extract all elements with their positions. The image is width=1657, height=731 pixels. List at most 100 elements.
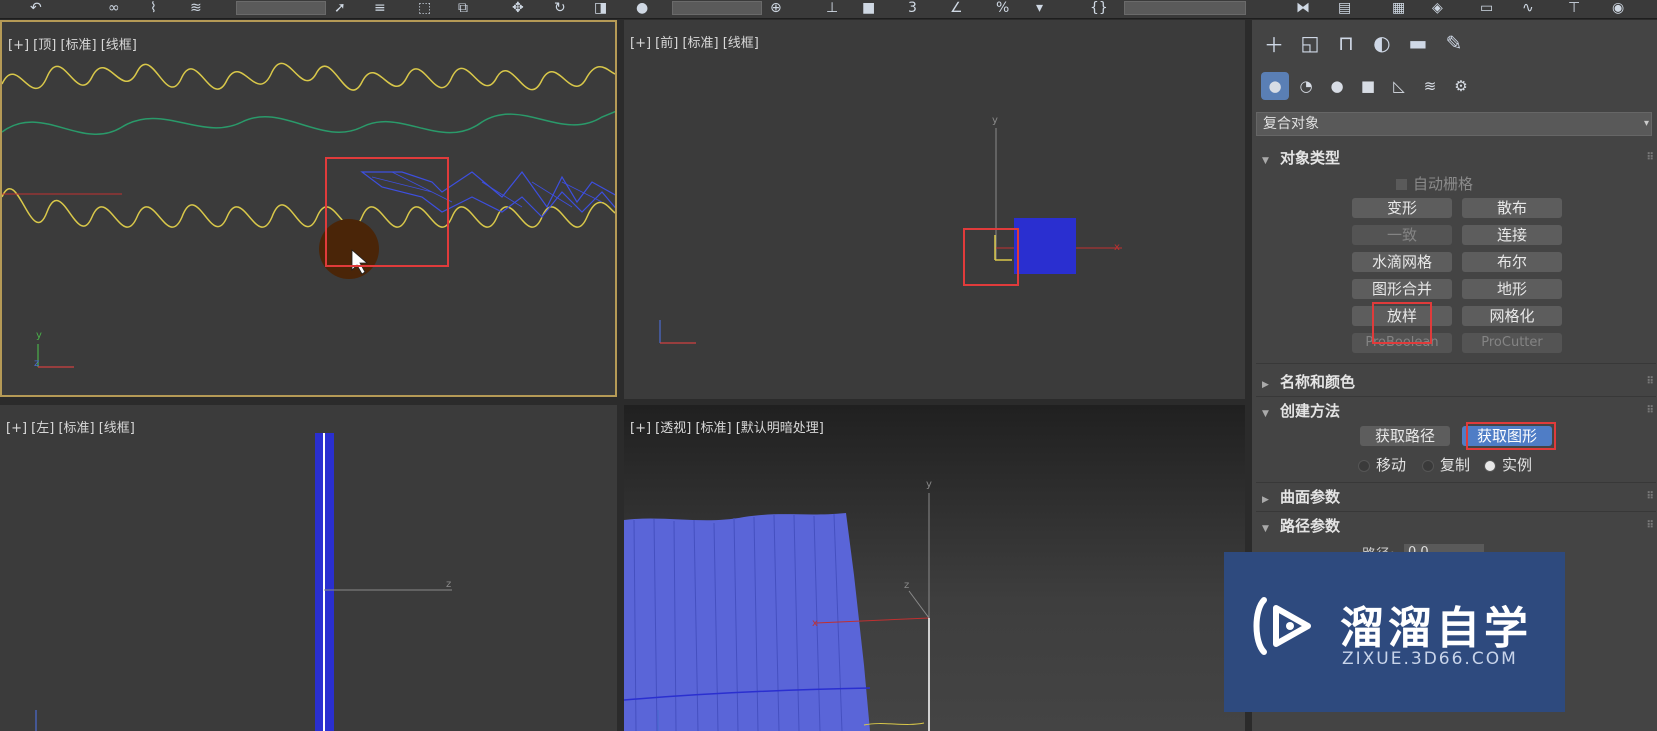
geometry-category-icon[interactable]: ● [1261, 72, 1289, 100]
instance-radio-label: 实例 [1502, 456, 1533, 474]
undo-icon[interactable]: ↶ [30, 0, 42, 16]
selection-filter-dropdown[interactable] [236, 1, 326, 15]
rollout-creation-method[interactable]: ▼ 创建方法 ⠿ [1256, 400, 1656, 422]
svg-text:z: z [446, 579, 451, 590]
expand-triangle-icon: ▶ [1262, 495, 1269, 505]
watermark-overlay: 溜溜自学 ZIXUE.3D66.COM [1224, 552, 1565, 712]
terrain-button[interactable]: 地形 [1462, 279, 1562, 299]
viewport-top[interactable]: y z [+] [顶] [标准] [线框] [0, 20, 617, 397]
mirror-icon[interactable]: ⧓ [1296, 0, 1310, 16]
rollout-object-type-label: 对象类型 [1280, 149, 1341, 167]
systems-category-icon[interactable]: ⚙ [1447, 72, 1475, 100]
get-path-button[interactable]: 获取路径 [1360, 426, 1450, 446]
rollout-path-params[interactable]: ▼ 路径参数 ⠿ [1256, 515, 1656, 537]
divider [1256, 511, 1656, 512]
rollout-grip-icon: ⠿ [1646, 376, 1654, 387]
rotate-icon[interactable]: ↻ [554, 0, 566, 16]
instance-radio[interactable]: 实例 [1484, 454, 1532, 475]
copy-radio-label: 复制 [1440, 456, 1471, 474]
svg-text:z: z [904, 580, 909, 591]
named-selection-dropdown[interactable] [1124, 1, 1246, 15]
percent-snap-icon[interactable]: % [996, 0, 1009, 16]
highlight-box-get-shape [1466, 422, 1556, 450]
rollout-path-params-label: 路径参数 [1280, 517, 1341, 535]
rollout-grip-icon: ⠿ [1646, 152, 1654, 163]
auto-grid-checkbox[interactable]: 自动栅格 [1396, 173, 1473, 194]
align-icon[interactable]: ▤ [1338, 0, 1351, 16]
scale-icon[interactable]: ◨ [594, 0, 607, 16]
rollout-grip-icon: ⠿ [1646, 520, 1654, 531]
display-tab-icon[interactable]: ▬ [1400, 28, 1436, 58]
viewport-left[interactable]: z [+] [左] [标准] [线框] [0, 405, 617, 731]
morph-button[interactable]: 变形 [1352, 198, 1452, 218]
connect-button[interactable]: 连接 [1462, 225, 1562, 245]
blobmesh-button[interactable]: 水滴网格 [1352, 252, 1452, 272]
unlink-icon[interactable]: ⌇ [150, 0, 157, 16]
helpers-category-icon[interactable]: ◺ [1385, 72, 1413, 100]
schematic-view-icon[interactable]: ⊤ [1568, 0, 1580, 16]
procutter-button[interactable]: ProCutter [1462, 333, 1562, 353]
front-viewport-canvas: y x [659, 115, 1122, 344]
move-icon[interactable]: ✥ [512, 0, 524, 16]
rectangle-selection-icon[interactable]: ⬚ [418, 0, 431, 16]
viewport-left-label[interactable]: [+] [左] [标准] [线框] [6, 417, 135, 436]
viewport-top-label[interactable]: [+] [顶] [标准] [线框] [8, 34, 137, 53]
svg-text:y: y [36, 330, 42, 341]
rollout-surface-params-label: 曲面参数 [1280, 488, 1341, 506]
select-by-name-icon[interactable]: ≡ [374, 0, 386, 16]
reference-coordinate-dropdown[interactable] [672, 1, 762, 15]
collapse-triangle-icon: ▼ [1262, 409, 1269, 419]
rollout-grip-icon: ⠿ [1646, 491, 1654, 502]
toggle-ribbon-icon[interactable]: ▭ [1480, 0, 1493, 16]
scene-explorer-icon[interactable]: ▦ [1392, 0, 1405, 16]
shapemerge-button[interactable]: 图形合并 [1352, 279, 1452, 299]
pivot-center-icon[interactable]: ⊕ [770, 0, 782, 16]
perspective-viewport-canvas: y x z [624, 479, 932, 731]
divider [1256, 363, 1656, 364]
material-editor-icon[interactable]: ◉ [1612, 0, 1624, 16]
radio-dot [1422, 459, 1434, 472]
copy-radio[interactable]: 复制 [1422, 454, 1470, 475]
lights-category-icon[interactable]: ● [1323, 72, 1351, 100]
rollout-creation-method-label: 创建方法 [1280, 402, 1341, 420]
mesher-button[interactable]: 网格化 [1462, 306, 1562, 326]
edit-named-selection-icon[interactable]: {} [1090, 0, 1108, 16]
angle-snap-icon[interactable]: ∠ [950, 0, 963, 16]
yellow-wave-upper [2, 62, 615, 91]
move-radio[interactable]: 移动 [1358, 454, 1406, 475]
viewport-perspective[interactable]: y x z [+] [透视] [标准] [默认明暗处理] [624, 405, 1245, 731]
cameras-category-icon[interactable]: ■ [1354, 72, 1382, 100]
rollout-name-color-label: 名称和颜色 [1280, 373, 1356, 391]
rollout-surface-params[interactable]: ▶ 曲面参数 ⠿ [1256, 486, 1656, 508]
keyboard-shortcut-icon[interactable]: ■ [862, 0, 875, 16]
window-crossing-icon[interactable]: ⧉ [458, 0, 468, 16]
curve-editor-icon[interactable]: ∿ [1522, 0, 1534, 16]
create-tab-icon[interactable]: ＋ [1256, 28, 1292, 58]
shapes-category-icon[interactable]: ◔ [1292, 72, 1320, 100]
placement-icon[interactable]: ● [636, 0, 648, 16]
modify-tab-icon[interactable]: ◱ [1292, 28, 1328, 58]
conform-button[interactable]: 一致 [1352, 225, 1452, 245]
bind-space-warp-icon[interactable]: ≋ [190, 0, 202, 16]
rollout-object-type[interactable]: ▼ 对象类型 ⠿ [1256, 147, 1656, 169]
space-warps-category-icon[interactable]: ≋ [1416, 72, 1444, 100]
chevron-down-icon: ▾ [1643, 118, 1649, 129]
viewport-persp-label[interactable]: [+] [透视] [标准] [默认明暗处理] [630, 417, 824, 436]
collapse-triangle-icon: ▼ [1262, 156, 1269, 166]
boolean-button[interactable]: 布尔 [1462, 252, 1562, 272]
select-object-icon[interactable]: ➚ [334, 0, 346, 16]
motion-tab-icon[interactable]: ◐ [1364, 28, 1400, 58]
viewport-front-label[interactable]: [+] [前] [标准] [线框] [630, 32, 759, 51]
snaps-toggle-icon[interactable]: 3 [908, 0, 917, 16]
link-icon[interactable]: ∞ [108, 0, 120, 16]
utilities-tab-icon[interactable]: ✎ [1436, 28, 1472, 58]
layer-explorer-icon[interactable]: ◈ [1432, 0, 1443, 16]
select-manipulate-icon[interactable]: ⊥ [826, 0, 838, 16]
hierarchy-tab-icon[interactable]: ⊓ [1328, 28, 1364, 58]
object-category-dropdown[interactable]: 复合对象 ▾ [1256, 112, 1652, 136]
viewport-front[interactable]: y x [+] [前] [标准] [线框] [624, 20, 1245, 399]
scatter-button[interactable]: 散布 [1462, 198, 1562, 218]
rollout-name-color[interactable]: ▶ 名称和颜色 ⠿ [1256, 371, 1656, 393]
checkbox-box [1396, 179, 1407, 190]
spinner-snap-icon[interactable]: ▾ [1036, 0, 1043, 16]
